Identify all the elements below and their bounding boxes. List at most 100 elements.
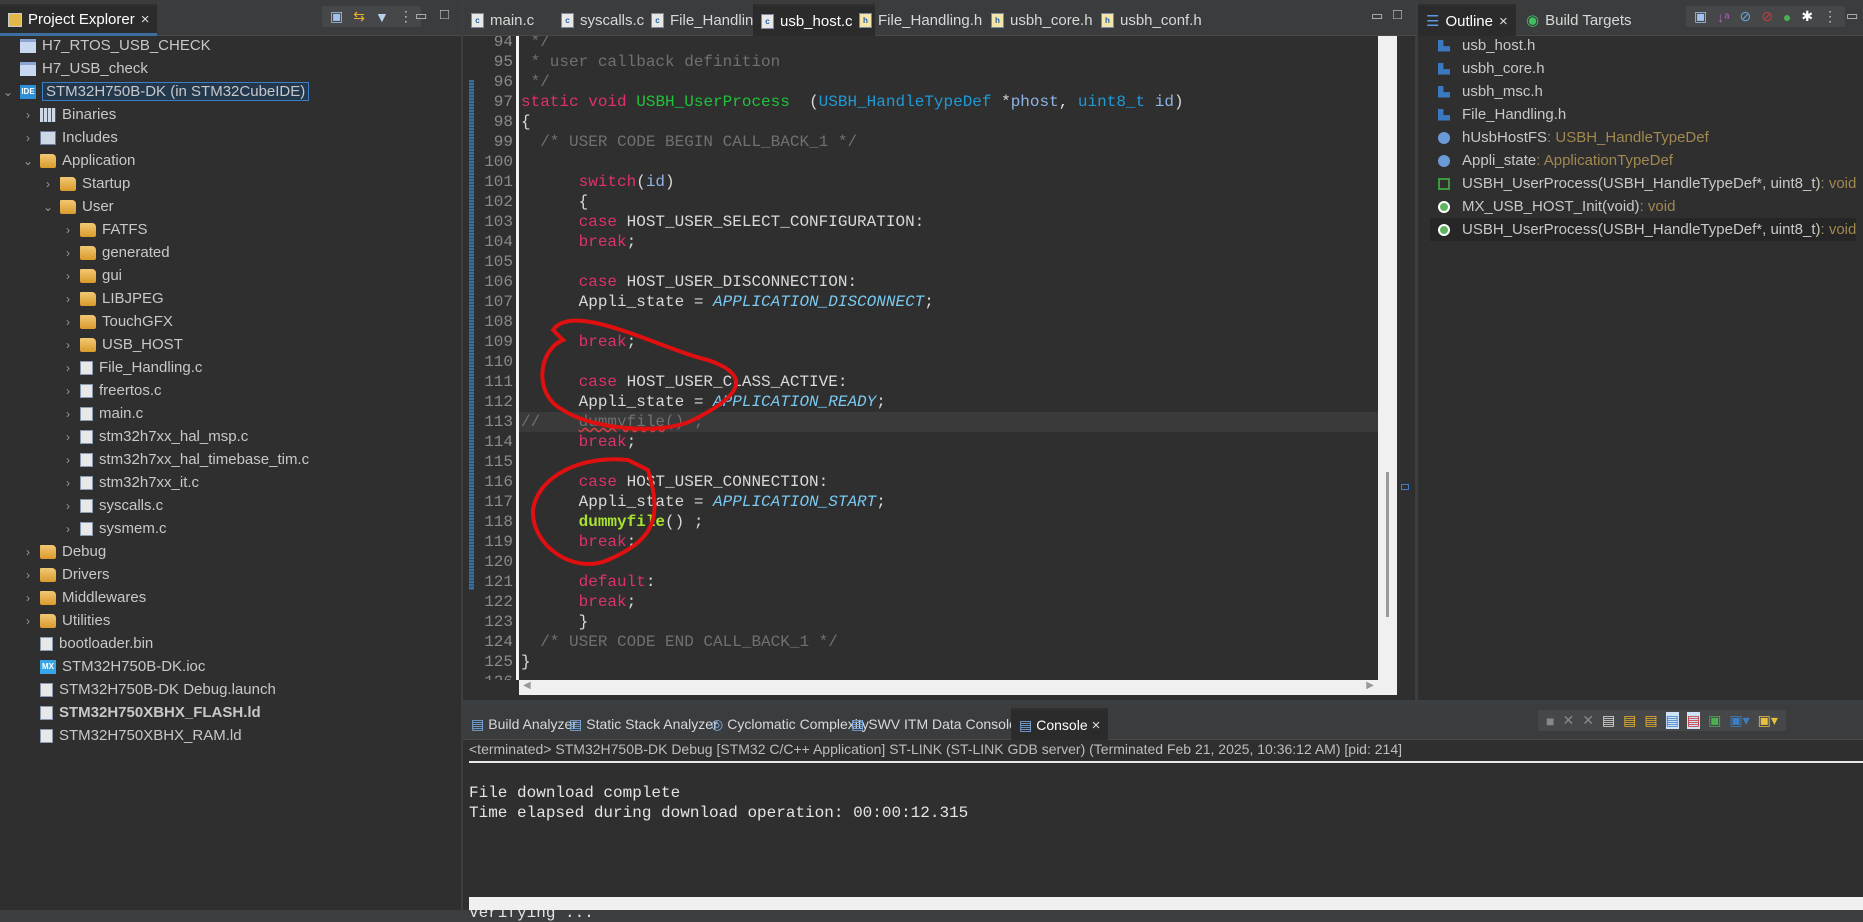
view-menu-icon[interactable]: ⋮ <box>399 8 413 25</box>
view-menu-icon[interactable]: ⋮ <box>1823 8 1837 25</box>
chevron-right-icon[interactable]: › <box>62 361 74 375</box>
overview-ruler-marker[interactable] <box>1401 484 1409 490</box>
tab-usbh-conf-h[interactable]: h usbh_conf.h <box>1093 4 1210 36</box>
minimize-icon[interactable]: ▭ <box>1846 8 1858 24</box>
collapse-all-icon[interactable]: ▣ <box>330 8 343 25</box>
close-icon[interactable]: × <box>1499 13 1508 30</box>
tree-item[interactable]: › main.c <box>66 402 143 425</box>
tree-item[interactable]: › TouchGFX <box>66 310 173 333</box>
terminate-icon[interactable]: ■ <box>1546 713 1554 729</box>
remove-launch-icon[interactable]: ✕ <box>1562 712 1574 729</box>
tab-console[interactable]: ▤ Console × <box>1011 708 1109 740</box>
outline-item[interactable]: usbh_msc.h <box>1438 80 1543 103</box>
chevron-right-icon[interactable]: › <box>62 338 74 352</box>
tab-swv-itm-data-console[interactable]: ▤ SWV ITM Data Console <box>843 708 1025 740</box>
minimize-icon[interactable]: ▭ <box>1371 8 1383 24</box>
tree-item[interactable]: › FATFS <box>66 218 148 241</box>
chevron-right-icon[interactable]: › <box>22 131 34 145</box>
show-on-stdout-icon[interactable]: ▤ <box>1665 712 1679 729</box>
hide-static-icon[interactable]: ⊘ <box>1761 8 1773 25</box>
sort-icon[interactable]: ↓ᵃ <box>1717 9 1729 25</box>
tab-syscalls-c[interactable]: c syscalls.c <box>553 4 652 36</box>
collapse-all-icon[interactable]: ▣ <box>1694 8 1707 25</box>
chevron-right-icon[interactable]: › <box>62 430 74 444</box>
tab-file-handling-h[interactable]: h File_Handling.h <box>851 4 990 36</box>
tree-item[interactable]: bootloader.bin <box>40 632 153 655</box>
close-icon[interactable]: × <box>1092 717 1101 734</box>
outline-item[interactable]: File_Handling.h <box>1438 103 1566 126</box>
pin-console-icon[interactable]: ▣ <box>1708 712 1721 729</box>
tree-item[interactable]: › Drivers <box>26 563 110 586</box>
chevron-down-icon[interactable]: ⌄ <box>2 85 14 99</box>
tree-item[interactable]: › Debug <box>26 540 106 563</box>
tree-item[interactable]: ⌄ User <box>43 195 114 218</box>
chevron-right-icon[interactable]: › <box>22 108 34 122</box>
chevron-right-icon[interactable]: › <box>62 269 74 283</box>
maximize-icon[interactable]: □ <box>440 6 449 23</box>
tab-main-c[interactable]: c main.c <box>463 4 542 36</box>
tab-static-stack-analyzer[interactable]: ▤ Static Stack Analyzer <box>561 708 726 740</box>
chevron-right-icon[interactable]: › <box>62 246 74 260</box>
tree-item[interactable]: › stm32h7xx_hal_timebase_tim.c <box>66 448 309 471</box>
tree-item[interactable]: ⌄ Application <box>23 149 135 172</box>
tree-item[interactable]: › File_Handling.c <box>66 356 202 379</box>
tree-item[interactable]: › gui <box>66 264 122 287</box>
filter-icon[interactable]: ▼ <box>375 9 389 25</box>
tree-item[interactable]: › generated <box>66 241 170 264</box>
tree-item[interactable]: › Startup <box>46 172 130 195</box>
chevron-right-icon[interactable]: › <box>62 292 74 306</box>
tree-item[interactable]: › sysmem.c <box>66 517 167 540</box>
tree-item[interactable]: › freertos.c <box>66 379 162 402</box>
word-wrap-icon[interactable]: ▤ <box>1644 712 1657 729</box>
remove-all-icon[interactable]: ✕ <box>1582 712 1594 729</box>
editor-horizontal-scrollbar[interactable]: ◀ ▶ <box>519 680 1378 695</box>
tree-item[interactable]: › LIBJPEG <box>66 287 164 310</box>
maximize-icon[interactable]: □ <box>1393 6 1402 23</box>
tree-item[interactable]: › syscalls.c <box>66 494 163 517</box>
tree-item[interactable]: STM32H750XBHX_RAM.ld <box>40 724 242 747</box>
outline-item[interactable]: USBH_UserProcess(USBH_HandleTypeDef*, ui… <box>1430 218 1857 241</box>
chevron-down-icon[interactable]: ⌄ <box>22 154 34 168</box>
chevron-right-icon[interactable]: › <box>22 614 34 628</box>
chevron-right-icon[interactable]: › <box>22 545 34 559</box>
tab-usbh-core-h[interactable]: h usbh_core.h <box>983 4 1101 36</box>
chevron-right-icon[interactable]: › <box>62 453 74 467</box>
chevron-right-icon[interactable]: › <box>22 568 34 582</box>
tree-item[interactable]: › Utilities <box>26 609 110 632</box>
group-icon[interactable]: ✱ <box>1801 8 1813 25</box>
scroll-right-icon[interactable]: ▶ <box>1366 680 1374 691</box>
tree-item[interactable]: › Binaries <box>26 103 116 126</box>
outline-item[interactable]: usb_host.h <box>1438 34 1535 57</box>
tree-item[interactable]: ⌄ IDE STM32H750B-DK (in STM32CubeIDE) <box>3 80 310 103</box>
chevron-right-icon[interactable]: › <box>62 476 74 490</box>
chevron-right-icon[interactable]: › <box>62 499 74 513</box>
open-console-icon[interactable]: ▣▾ <box>1758 712 1778 729</box>
tree-item[interactable]: STM32H750XBHX_FLASH.ld <box>40 701 261 724</box>
chevron-right-icon[interactable]: › <box>62 522 74 536</box>
minimize-icon[interactable]: ▭ <box>415 8 427 24</box>
chevron-right-icon[interactable]: › <box>62 315 74 329</box>
tree-item[interactable]: STM32H750B-DK Debug.launch <box>40 678 276 701</box>
scrollbar-thumb[interactable] <box>1386 472 1389 617</box>
chevron-right-icon[interactable]: › <box>62 384 74 398</box>
chevron-right-icon[interactable]: › <box>62 407 74 421</box>
tree-item[interactable]: H7_USB_check <box>20 57 148 80</box>
tab-project-explorer[interactable]: Project Explorer × <box>0 4 158 36</box>
chevron-down-icon[interactable]: ⌄ <box>42 200 54 214</box>
scroll-lock-icon[interactable]: ▤ <box>1623 712 1636 729</box>
chevron-right-icon[interactable]: › <box>22 591 34 605</box>
show-on-stderr-icon[interactable]: ▤ <box>1686 712 1701 729</box>
tab-outline[interactable]: ☰ Outline × <box>1418 4 1516 36</box>
hide-nonpublic-icon[interactable]: ● <box>1783 9 1791 25</box>
clear-console-icon[interactable]: ▤ <box>1602 712 1615 729</box>
tree-item[interactable]: › Middlewares <box>26 586 146 609</box>
chevron-right-icon[interactable]: › <box>42 177 54 191</box>
tree-item[interactable]: › USB_HOST <box>66 333 183 356</box>
tree-item[interactable]: › stm32h7xx_hal_msp.c <box>66 425 248 448</box>
tree-item[interactable]: H7_RTOS_USB_CHECK <box>20 34 211 57</box>
outline-item[interactable]: usbh_core.h <box>1438 57 1545 80</box>
link-with-editor-icon[interactable]: ⇆ <box>353 8 365 25</box>
chevron-right-icon[interactable]: › <box>62 223 74 237</box>
outline-item[interactable]: MX_USB_HOST_Init(void) : void <box>1438 195 1675 218</box>
outline-item[interactable]: Appli_state : ApplicationTypeDef <box>1438 149 1673 172</box>
